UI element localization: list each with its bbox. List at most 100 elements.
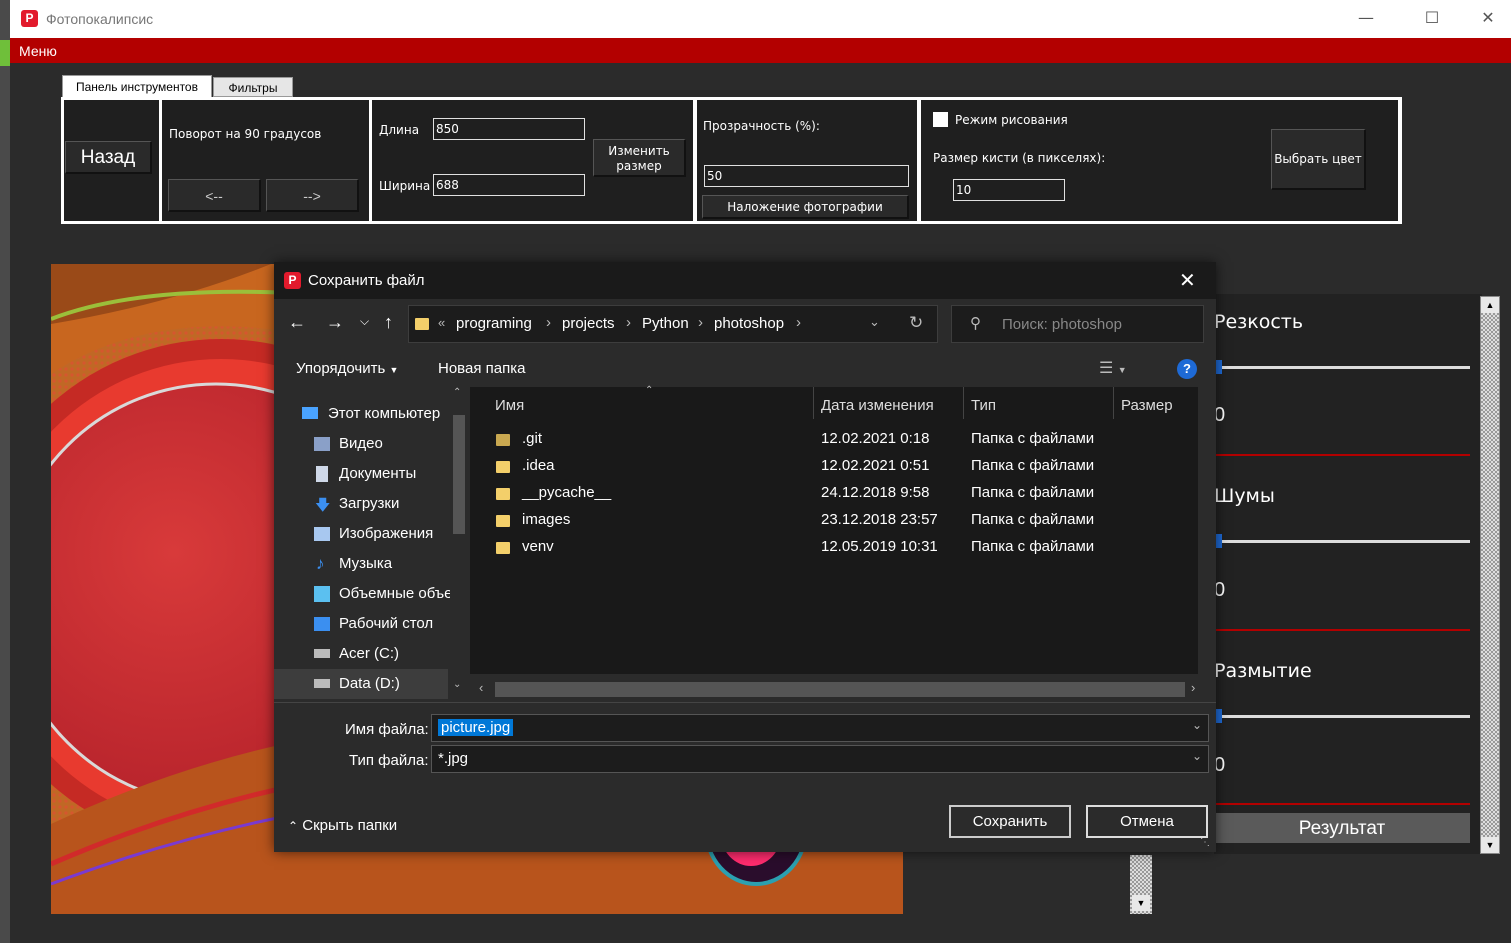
close-icon[interactable]: ✕: [1465, 0, 1511, 38]
noise-slider[interactable]: [1214, 540, 1470, 543]
nav-item-label: Видео: [339, 435, 383, 452]
breadcrumb-programing[interactable]: programing: [456, 315, 532, 332]
file-date: 12.02.2021 0:51: [821, 457, 930, 474]
up-arrow-icon[interactable]: ↑: [384, 312, 393, 333]
back-button[interactable]: Назад: [65, 141, 152, 174]
new-folder-button[interactable]: Новая папка: [438, 360, 525, 377]
column-header-size[interactable]: Размер: [1121, 397, 1173, 414]
nav-item-drive-c[interactable]: Acer (C:): [314, 640, 454, 668]
file-row[interactable]: .idea 12.02.2021 0:51 Папка с файлами: [488, 457, 1188, 484]
refresh-icon[interactable]: ↻: [909, 313, 923, 333]
organize-button[interactable]: Упорядочить ▼: [296, 360, 398, 377]
filetype-dropdown-chevron-icon[interactable]: ⌄: [1192, 749, 1202, 763]
minimize-icon[interactable]: —: [1343, 0, 1389, 38]
column-header-name[interactable]: Имя: [495, 397, 524, 414]
filename-input[interactable]: picture.jpg ⌄: [431, 714, 1209, 742]
nav-item-music[interactable]: ♪ Музыка: [314, 550, 454, 578]
column-separator[interactable]: [963, 387, 964, 419]
address-bar[interactable]: « programing › projects › Python › photo…: [408, 305, 938, 343]
dialog-footer: Имя файла: picture.jpg ⌄ Тип файла: *.jp…: [274, 702, 1216, 852]
file-name: __pycache__: [522, 484, 612, 501]
nav-item-video[interactable]: Видео: [314, 430, 454, 458]
rotate-panel: Поворот на 90 градусов <-- -->: [162, 100, 369, 221]
file-list-hscrollbar[interactable]: ‹ ›: [479, 679, 1199, 699]
brush-size-label: Размер кисти (в пикселях):: [933, 151, 1106, 165]
file-row[interactable]: .git 12.02.2021 0:18 Папка с файлами: [488, 430, 1188, 457]
draw-panel: Режим рисования Размер кисти (в пикселях…: [921, 100, 1398, 221]
file-name: images: [522, 511, 571, 528]
maximize-icon[interactable]: ☐: [1409, 0, 1455, 38]
blur-slider[interactable]: [1214, 715, 1470, 718]
resize-button[interactable]: Изменить размер: [593, 139, 686, 177]
result-button[interactable]: Результат: [1214, 813, 1470, 843]
sharpness-slider[interactable]: [1214, 366, 1470, 369]
filename-dropdown-chevron-icon[interactable]: ⌄: [1192, 718, 1202, 732]
choose-color-button[interactable]: Выбрать цвет: [1271, 129, 1366, 190]
back-panel: Назад: [64, 100, 159, 221]
brush-size-input[interactable]: 10: [953, 179, 1065, 201]
nav-item-documents[interactable]: Документы: [314, 460, 454, 488]
scroll-down-icon[interactable]: ▼: [1481, 837, 1499, 853]
sharpness-slider-handle[interactable]: [1216, 360, 1222, 374]
width-input[interactable]: 688: [433, 174, 585, 196]
length-input[interactable]: 850: [433, 118, 585, 140]
resize-grip-icon[interactable]: ⋱: [1200, 837, 1210, 848]
menu-button[interactable]: Меню: [19, 43, 57, 59]
nav-item-3d-objects[interactable]: Объемные объекты: [314, 580, 454, 608]
scroll-left-icon[interactable]: ‹: [479, 680, 483, 695]
scroll-right-icon[interactable]: ›: [1191, 680, 1195, 695]
app-logo-icon: P: [21, 10, 38, 27]
scroll-up-icon[interactable]: ⌃: [453, 387, 461, 398]
overlay-photo-button[interactable]: Наложение фотографии: [702, 195, 909, 219]
scroll-down-icon[interactable]: ▼: [1132, 895, 1150, 911]
draw-mode-checkbox[interactable]: [933, 112, 948, 127]
column-separator[interactable]: [813, 387, 814, 419]
column-header-type[interactable]: Тип: [971, 397, 996, 414]
cancel-button[interactable]: Отмена: [1086, 805, 1208, 838]
breadcrumb-overflow[interactable]: «: [438, 315, 445, 330]
column-header-date[interactable]: Дата изменения: [821, 397, 934, 414]
save-button[interactable]: Сохранить: [949, 805, 1071, 838]
nav-scrollbar-thumb[interactable]: [453, 415, 465, 534]
path-history-chevron-down-icon[interactable]: ⌄: [869, 314, 880, 330]
blur-slider-handle[interactable]: [1216, 709, 1222, 723]
caret-down-icon: ▼: [389, 365, 399, 375]
opacity-input[interactable]: 50: [704, 165, 909, 187]
recent-chevron-down-icon[interactable]: ⌵: [360, 314, 369, 329]
nav-item-downloads[interactable]: 🡇 Загрузки: [314, 490, 454, 518]
nav-item-drive-d[interactable]: Data (D:): [314, 670, 454, 698]
file-row[interactable]: images 23.12.2018 23:57 Папка с файлами: [488, 511, 1188, 538]
nav-scrollbar[interactable]: ⌃ ⌄: [450, 387, 468, 699]
scroll-up-icon[interactable]: ▲: [1481, 297, 1499, 313]
file-row[interactable]: venv 12.05.2019 10:31 Папка с файлами: [488, 538, 1188, 565]
search-box[interactable]: ⚲ Поиск: photoshop: [951, 305, 1204, 343]
noise-slider-handle[interactable]: [1216, 534, 1222, 548]
close-icon[interactable]: ✕: [1179, 268, 1196, 293]
nav-item-images[interactable]: Изображения: [314, 520, 454, 548]
scroll-down-icon[interactable]: ⌄: [453, 679, 461, 690]
image-scrollbar[interactable]: ▼: [1130, 855, 1152, 914]
tab-filters[interactable]: Фильтры: [213, 77, 293, 97]
rotate-left-button[interactable]: <--: [168, 179, 261, 212]
side-panel-scrollbar[interactable]: ▲ ▼: [1480, 296, 1500, 854]
column-separator[interactable]: [1113, 387, 1114, 419]
rotate-right-button[interactable]: -->: [266, 179, 359, 212]
forward-arrow-icon[interactable]: →: [326, 312, 344, 333]
help-icon[interactable]: ?: [1177, 359, 1197, 379]
filetype-select[interactable]: *.jpg ⌄: [431, 745, 1209, 773]
nav-item-this-pc[interactable]: Этот компьютер: [302, 400, 442, 428]
nav-item-label: Загрузки: [339, 495, 400, 512]
hide-folders-button[interactable]: ⌃ Скрыть папки: [288, 817, 397, 834]
nav-item-desktop[interactable]: Рабочий стол: [314, 610, 454, 638]
breadcrumb-projects[interactable]: projects: [562, 315, 615, 332]
breadcrumb-python[interactable]: Python: [642, 315, 689, 332]
breadcrumb-photoshop[interactable]: photoshop: [714, 315, 784, 332]
tab-toolbar[interactable]: Панель инструментов: [62, 75, 212, 98]
filters-side-panel: Резкость 0 Шумы 0 Размытие 0: [1214, 294, 1482, 854]
view-options-icon[interactable]: ☰ ▼: [1099, 358, 1127, 378]
search-input[interactable]: Поиск: photoshop: [1002, 316, 1122, 333]
file-row[interactable]: __pycache__ 24.12.2018 9:58 Папка с файл…: [488, 484, 1188, 511]
back-arrow-icon[interactable]: ←: [288, 312, 306, 333]
hscrollbar-thumb[interactable]: [495, 682, 1185, 697]
desktop-icon: [314, 617, 330, 631]
